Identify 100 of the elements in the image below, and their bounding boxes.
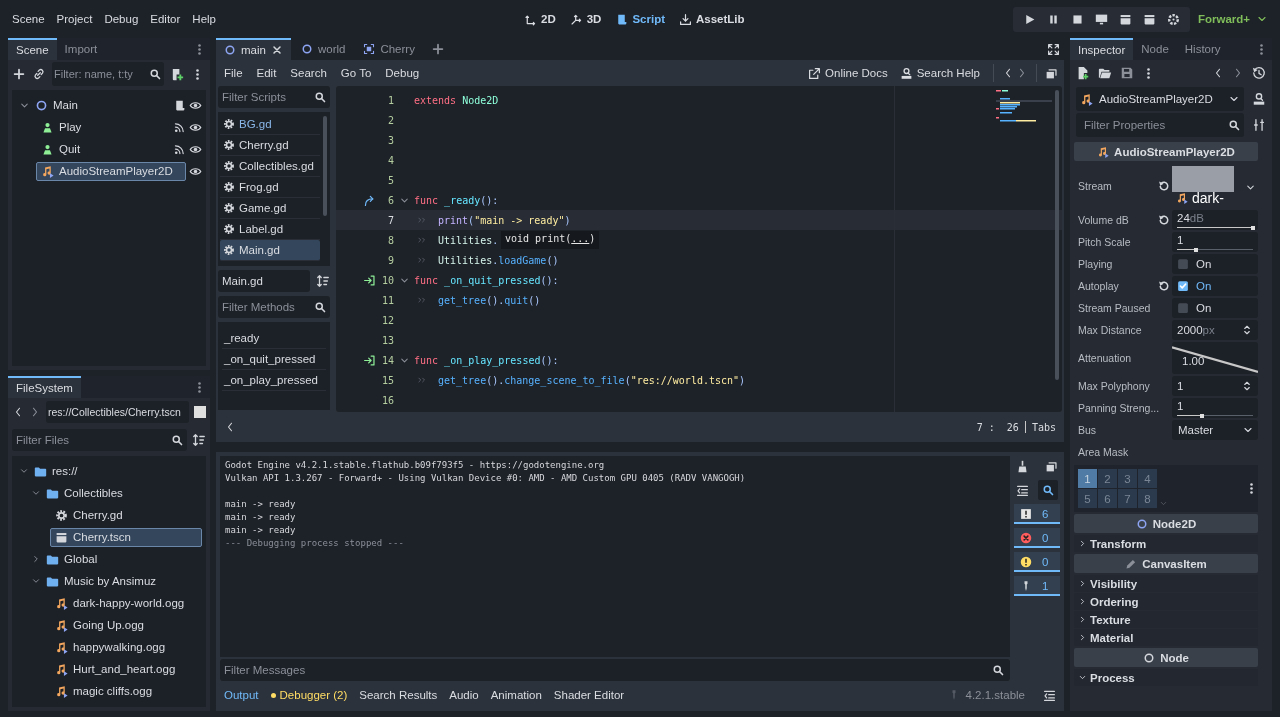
menu-item[interactable]: Debug <box>98 9 145 29</box>
checkbox[interactable]: On <box>1172 254 1258 274</box>
filter-field[interactable]: Filter Methods <box>218 296 330 318</box>
dock-tab[interactable]: Import <box>56 38 106 60</box>
dock-tab[interactable]: FileSystem <box>8 376 81 398</box>
editor-tab[interactable]: main <box>216 38 291 60</box>
revert-icon[interactable] <box>1158 280 1170 292</box>
attach-script-icon[interactable] <box>170 66 185 82</box>
film-reel-icon[interactable] <box>1166 12 1180 26</box>
tree-item[interactable]: Main <box>30 95 83 115</box>
filter-toggle[interactable]: 0 <box>1014 528 1060 548</box>
dock-tab[interactable]: Inspector <box>1070 38 1134 60</box>
tree-item[interactable]: Play <box>36 117 87 137</box>
sort-icon[interactable] <box>192 433 206 447</box>
renderer-dropdown[interactable]: Forward+ <box>1197 13 1268 25</box>
monitor-icon[interactable] <box>1094 12 1108 26</box>
collapse-icon[interactable] <box>1016 483 1029 497</box>
save-icon[interactable] <box>1120 66 1134 80</box>
copy-icon[interactable] <box>1045 459 1058 473</box>
panel-tab[interactable]: Search Results <box>359 689 438 701</box>
fullscreen-icon[interactable] <box>1047 42 1060 56</box>
workspace-tab[interactable]: Script <box>615 12 665 26</box>
script-item[interactable]: Frog.gd <box>220 177 320 198</box>
tree-item[interactable]: Hurt_and_heart.ogg <box>50 659 181 679</box>
chevron-down-icon[interactable] <box>1245 182 1256 193</box>
tree-item[interactable]: happywalking.ogg <box>50 637 171 657</box>
panel-tab[interactable]: Audio <box>449 689 479 701</box>
curve-editor[interactable]: 1.00 <box>1172 342 1258 374</box>
menu-item[interactable]: Debug <box>379 63 426 83</box>
link-icon[interactable] <box>32 67 46 81</box>
open-folder-icon[interactable] <box>1098 66 1112 80</box>
panel-tab[interactable]: Animation <box>490 689 542 701</box>
panel-tab[interactable]: Output <box>224 689 259 701</box>
history-icon[interactable] <box>1252 66 1266 80</box>
dock-tab[interactable]: History <box>1176 38 1229 60</box>
tree-item[interactable]: Going Up.ogg <box>50 615 149 635</box>
new-resource-icon[interactable] <box>1076 66 1090 80</box>
dock-tab[interactable]: Scene <box>8 38 57 60</box>
signal-connection-icon[interactable] <box>363 273 376 287</box>
override-arrow-icon[interactable] <box>363 193 376 207</box>
slider-field[interactable]: 1 <box>1172 398 1258 418</box>
method-item[interactable]: _on_play_pressed <box>222 370 326 391</box>
help-button[interactable]: Search Help <box>894 66 985 80</box>
clapperboard-icon[interactable] <box>1118 12 1132 26</box>
clear-icon[interactable] <box>1016 459 1029 473</box>
filter-field[interactable]: Filter Scripts <box>218 86 330 108</box>
filter-toggle[interactable]: 0 <box>1014 552 1060 572</box>
tree-item[interactable]: magic cliffs.ogg <box>50 681 158 701</box>
dropdown[interactable]: Master <box>1172 420 1258 440</box>
windows-icon[interactable] <box>1045 66 1058 80</box>
revert-icon[interactable] <box>1158 214 1170 226</box>
menu-item[interactable]: Edit <box>250 63 283 83</box>
tree-item[interactable]: Music by Ansimuz <box>41 571 162 591</box>
tree-item[interactable]: Collectibles <box>41 483 128 503</box>
workspace-tab[interactable]: AssetLib <box>679 12 745 26</box>
tree-item[interactable]: Quit <box>36 139 86 159</box>
filter-field[interactable]: Filter: name, t:ty <box>52 62 164 86</box>
filter-field[interactable]: Filter Files <box>12 429 187 451</box>
filter-field[interactable]: Filter Messages <box>220 659 1010 681</box>
stop-icon[interactable] <box>1070 12 1084 26</box>
menu-item[interactable]: Project <box>50 9 99 29</box>
panel-tab[interactable]: Shader Editor <box>553 689 625 701</box>
path-field[interactable]: res://Collectibles/Cherry.tscn <box>46 401 189 423</box>
filter-toggle[interactable]: 1 <box>1014 576 1060 596</box>
script-icon[interactable] <box>173 98 186 112</box>
editor-tab[interactable]: Cherry <box>355 38 423 60</box>
menu-item[interactable]: File <box>218 63 249 83</box>
menu-item[interactable]: Go To <box>334 63 378 83</box>
signal-connection-icon[interactable] <box>363 353 376 367</box>
object-selector[interactable]: AudioStreamPlayer2D <box>1076 87 1244 111</box>
clapperboard-icon[interactable] <box>1142 12 1156 26</box>
workspace-tab[interactable]: 3D <box>569 12 602 26</box>
script-item[interactable]: Main.gd <box>220 240 320 261</box>
add-icon[interactable] <box>12 67 26 81</box>
options-icon[interactable] <box>1252 118 1266 132</box>
signal-icon[interactable] <box>173 120 186 134</box>
panel-tab[interactable]: Debugger (2) <box>270 689 348 701</box>
filter-field[interactable]: Filter Properties <box>1076 113 1244 137</box>
tree-item[interactable]: res:// <box>29 461 83 481</box>
script-item[interactable]: BG.gd <box>220 114 320 135</box>
indent-mode[interactable]: Tabs <box>1031 421 1056 433</box>
checkbox[interactable]: On <box>1172 298 1258 318</box>
checkbox[interactable]: On <box>1172 276 1258 296</box>
dock-tab[interactable]: Node <box>1133 38 1177 60</box>
slider-field[interactable]: 1 <box>1172 232 1258 252</box>
tree-item[interactable]: dark-happy-world.ogg <box>50 593 190 613</box>
sort-icon[interactable] <box>316 274 330 288</box>
menu-item[interactable]: Editor <box>144 9 187 29</box>
signal-icon[interactable] <box>173 142 186 156</box>
menu-item[interactable]: Scene <box>6 9 51 29</box>
tree-item[interactable]: Cherry.tscn <box>50 527 202 547</box>
slider-field[interactable]: 24dB <box>1172 210 1258 230</box>
revert-icon[interactable] <box>1158 180 1170 192</box>
editor-tab[interactable]: world <box>292 38 354 60</box>
menu-item[interactable]: Help <box>186 9 222 29</box>
expand-panel-icon[interactable] <box>1043 688 1056 702</box>
help-button[interactable]: Online Docs <box>803 66 893 80</box>
search-help-icon[interactable] <box>1252 92 1266 106</box>
number-field[interactable]: 1 <box>1172 376 1258 396</box>
search-toggle[interactable] <box>1038 480 1058 500</box>
